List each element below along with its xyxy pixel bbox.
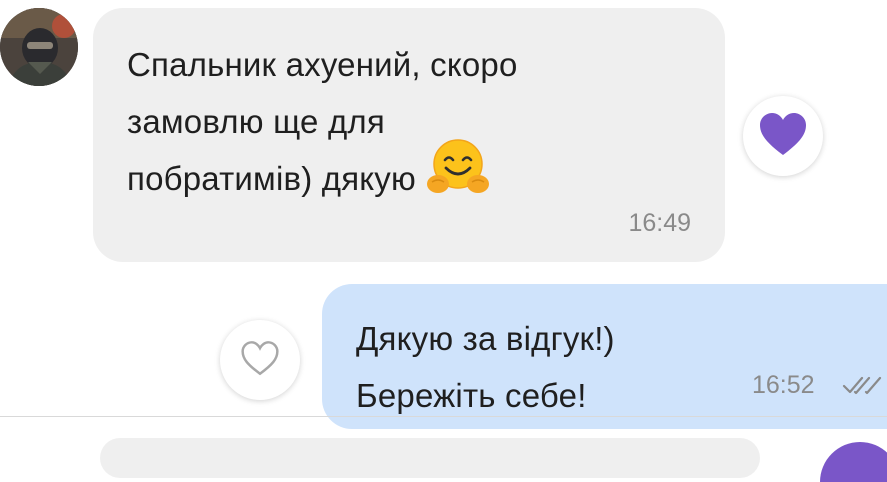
incoming-message-line: замовлю ще для — [127, 103, 385, 140]
next-reaction-button-partial[interactable] — [820, 442, 887, 482]
incoming-message-time: 16:49 — [628, 209, 691, 237]
incoming-message-text: Спальник ахуений, скоро замовлю ще для п… — [127, 36, 689, 213]
reaction-button-empty[interactable] — [220, 320, 300, 400]
reaction-button-liked[interactable] — [743, 96, 823, 176]
incoming-message-line: Спальник ахуений, скоро — [127, 46, 518, 83]
next-message-bubble-partial[interactable] — [100, 438, 760, 478]
sender-avatar[interactable] — [0, 8, 78, 86]
outgoing-message-time: 16:52 — [752, 371, 815, 399]
double-check-icon — [842, 374, 882, 401]
heart-outline-icon — [239, 339, 281, 382]
outgoing-message-bubble[interactable]: Дякую за відгук!) Бережіть себе! 16:52 — [322, 284, 887, 429]
incoming-message-line: побратимів) дякую — [127, 139, 689, 213]
outgoing-message-line: Дякую за відгук!) — [356, 320, 615, 357]
hugging-face-emoji-icon — [426, 138, 490, 213]
message-divider — [0, 416, 887, 417]
heart-filled-icon — [758, 111, 808, 162]
incoming-message-line-text: побратимів) дякую — [127, 160, 416, 198]
incoming-message-bubble[interactable]: Спальник ахуений, скоро замовлю ще для п… — [93, 8, 725, 262]
outgoing-message-text: Дякую за відгук!) Бережіть себе! — [356, 310, 887, 424]
